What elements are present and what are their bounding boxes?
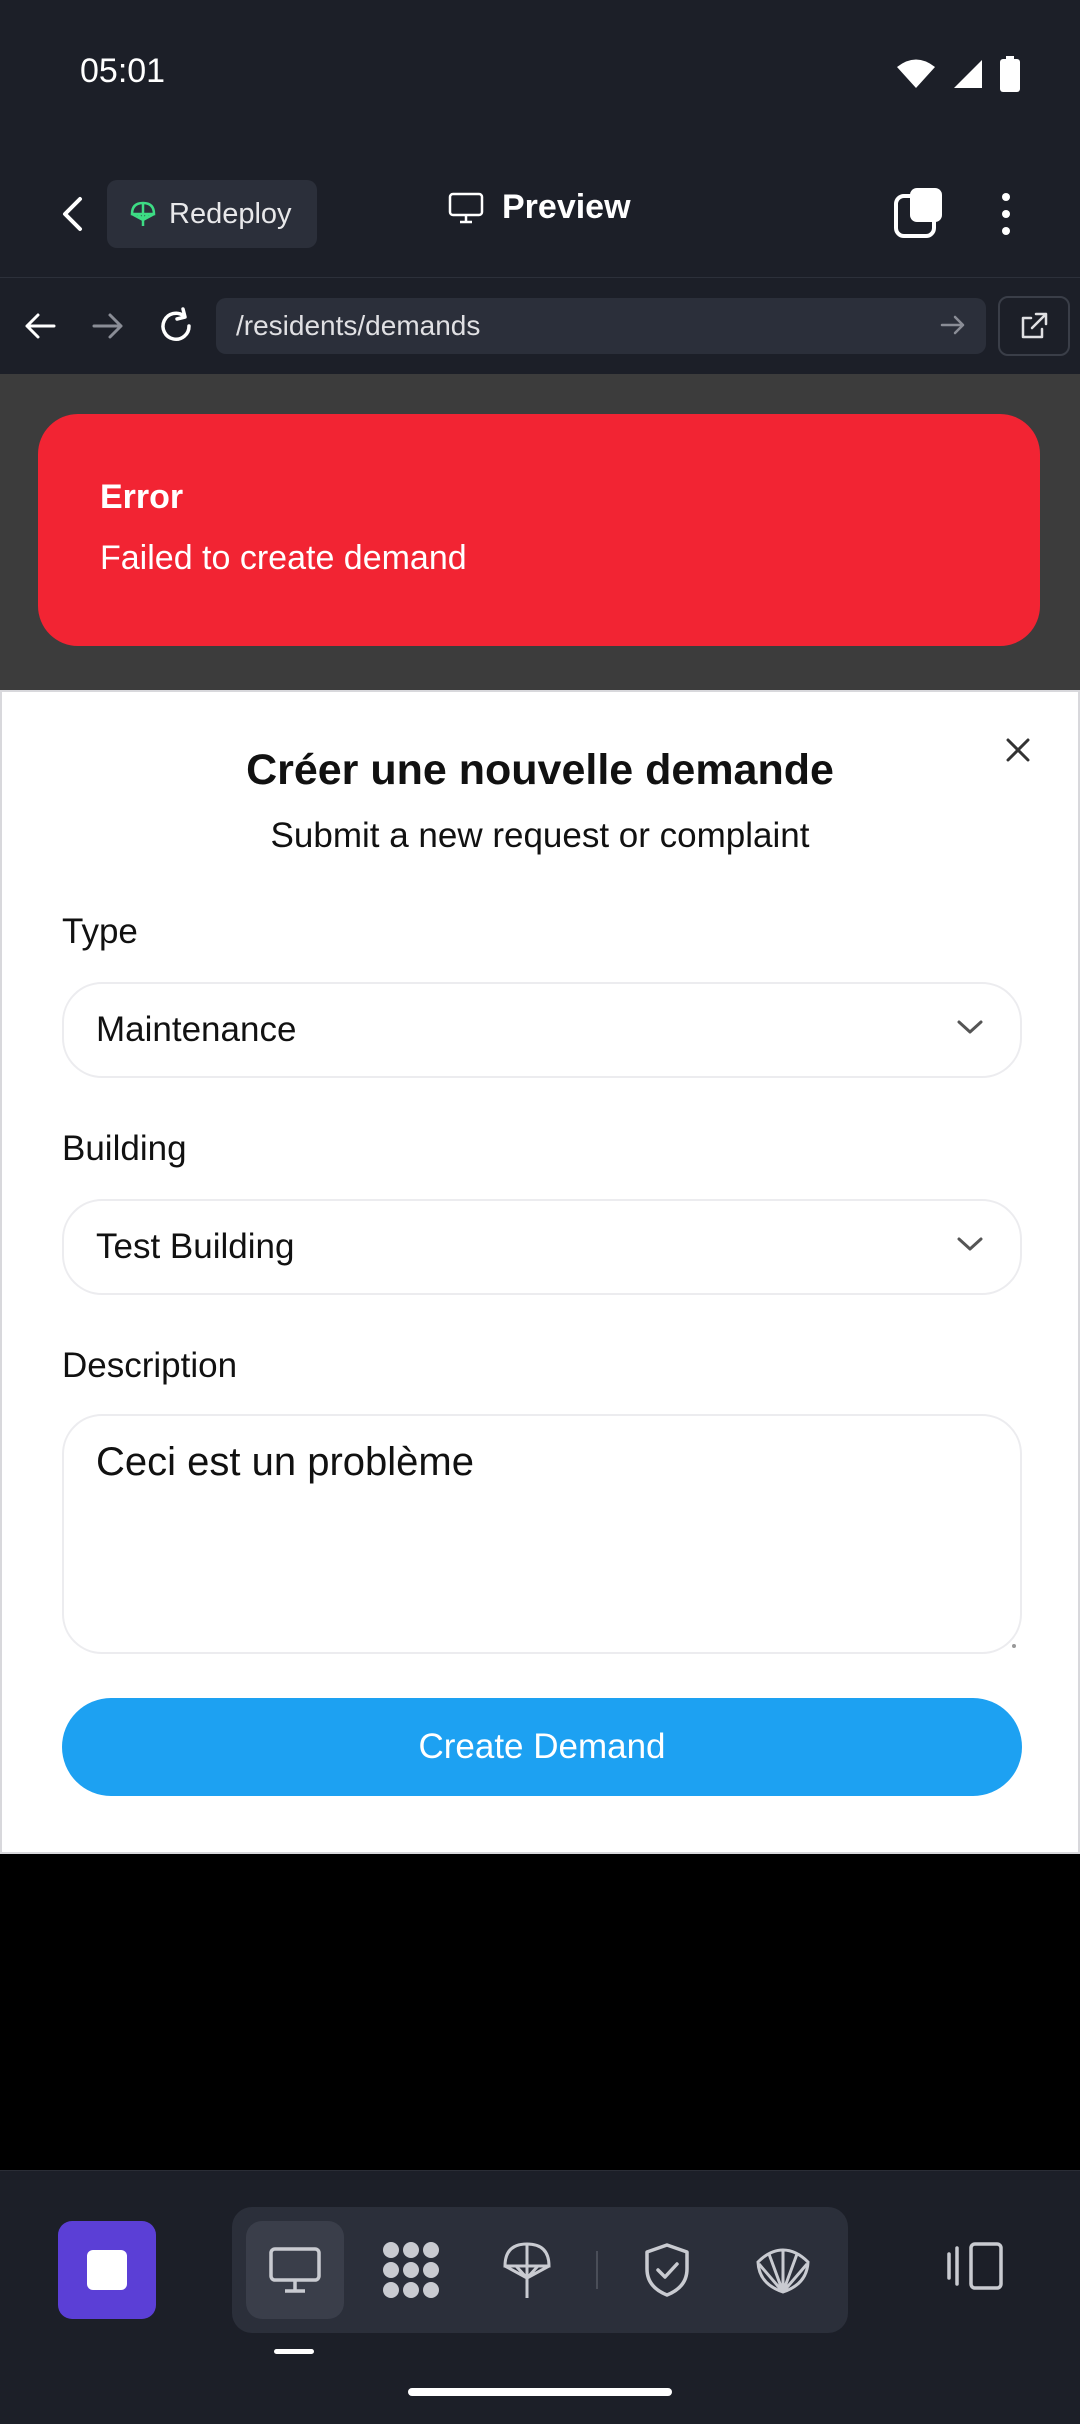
browser-reload-button[interactable] <box>154 304 198 348</box>
building-value: Test Building <box>96 1227 295 1266</box>
tool-divider <box>596 2251 598 2289</box>
browser-forward-button[interactable] <box>86 304 130 348</box>
preview-label: Preview <box>502 188 631 226</box>
monitor-icon <box>269 2247 321 2293</box>
modal-title: Créer une nouvelle demande <box>246 746 834 794</box>
url-field[interactable]: /residents/demands <box>216 298 986 354</box>
back-button[interactable] <box>44 186 100 242</box>
layout-toggle-button[interactable] <box>940 2231 1010 2301</box>
redeploy-label: Redeploy <box>169 197 292 230</box>
building-select[interactable]: Test Building <box>62 1199 1022 1295</box>
status-icons <box>896 56 1020 92</box>
url-text: /residents/demands <box>236 310 481 341</box>
more-options-button[interactable] <box>984 186 1028 242</box>
more-dot-icon <box>1002 193 1010 201</box>
create-demand-modal: Créer une nouvelle demande Submit a new … <box>0 690 1080 1854</box>
resize-handle[interactable] <box>1012 1644 1016 1648</box>
split-layout-icon <box>947 2242 1003 2290</box>
reload-icon <box>161 307 191 341</box>
tool-preview[interactable] <box>246 2221 344 2319</box>
more-dot-icon <box>1002 227 1010 235</box>
tabs-icon <box>894 188 942 238</box>
type-label: Type <box>62 912 138 951</box>
external-link-icon <box>1021 312 1048 339</box>
signal-icon <box>954 60 982 88</box>
building-label: Building <box>62 1129 187 1168</box>
error-toast: Error Failed to create demand <box>38 414 1040 646</box>
deploy-icon <box>130 201 156 226</box>
chevron-down-icon <box>957 1237 983 1251</box>
arrow-right-icon[interactable] <box>938 310 968 340</box>
tool-components[interactable] <box>362 2221 460 2319</box>
redeploy-button[interactable]: Redeploy <box>107 180 317 248</box>
arrow-left-icon <box>25 313 56 339</box>
toast-message: Failed to create demand <box>100 539 467 577</box>
monitor-icon <box>448 192 484 223</box>
tool-security[interactable] <box>618 2221 716 2319</box>
description-textarea[interactable]: Ceci est un problème <box>62 1414 1022 1654</box>
home-button[interactable] <box>58 2221 156 2319</box>
wifi-icon <box>897 59 935 88</box>
stop-square-icon <box>87 2250 127 2290</box>
description-label: Description <box>62 1346 238 1385</box>
shield-check-icon <box>645 2243 689 2297</box>
battery-icon <box>1000 56 1020 92</box>
description-value: Ceci est un problème <box>96 1440 474 1484</box>
toast-title: Error <box>100 478 184 516</box>
shell-icon <box>756 2248 810 2294</box>
tool-integrations[interactable] <box>734 2221 832 2319</box>
create-demand-button[interactable]: Create Demand <box>62 1698 1022 1796</box>
tool-deploy[interactable] <box>478 2221 576 2319</box>
status-bar: 05:01 <box>0 0 1080 150</box>
type-select[interactable]: Maintenance <box>62 982 1022 1078</box>
chevron-down-icon <box>957 1020 983 1034</box>
arrow-right-icon <box>92 313 123 339</box>
more-dot-icon <box>1002 210 1010 218</box>
deploy-icon <box>503 2242 551 2298</box>
active-tool-indicator <box>274 2349 314 2354</box>
tabs-button[interactable] <box>892 186 948 242</box>
app-header: Redeploy Preview <box>0 150 1080 278</box>
browser-toolbar: /residents/demands <box>0 278 1080 374</box>
grid-dots-icon <box>383 2242 439 2298</box>
preview-title: Preview <box>448 188 631 227</box>
status-time: 05:01 <box>80 52 166 90</box>
gesture-bar <box>408 2388 672 2396</box>
tool-group <box>232 2207 848 2333</box>
modal-subtitle: Submit a new request or complaint <box>270 816 810 855</box>
browser-back-button[interactable] <box>18 304 62 348</box>
type-value: Maintenance <box>96 1010 297 1049</box>
bottom-dock <box>0 2170 1080 2424</box>
open-external-button[interactable] <box>998 296 1070 356</box>
chevron-left-icon <box>63 197 82 231</box>
